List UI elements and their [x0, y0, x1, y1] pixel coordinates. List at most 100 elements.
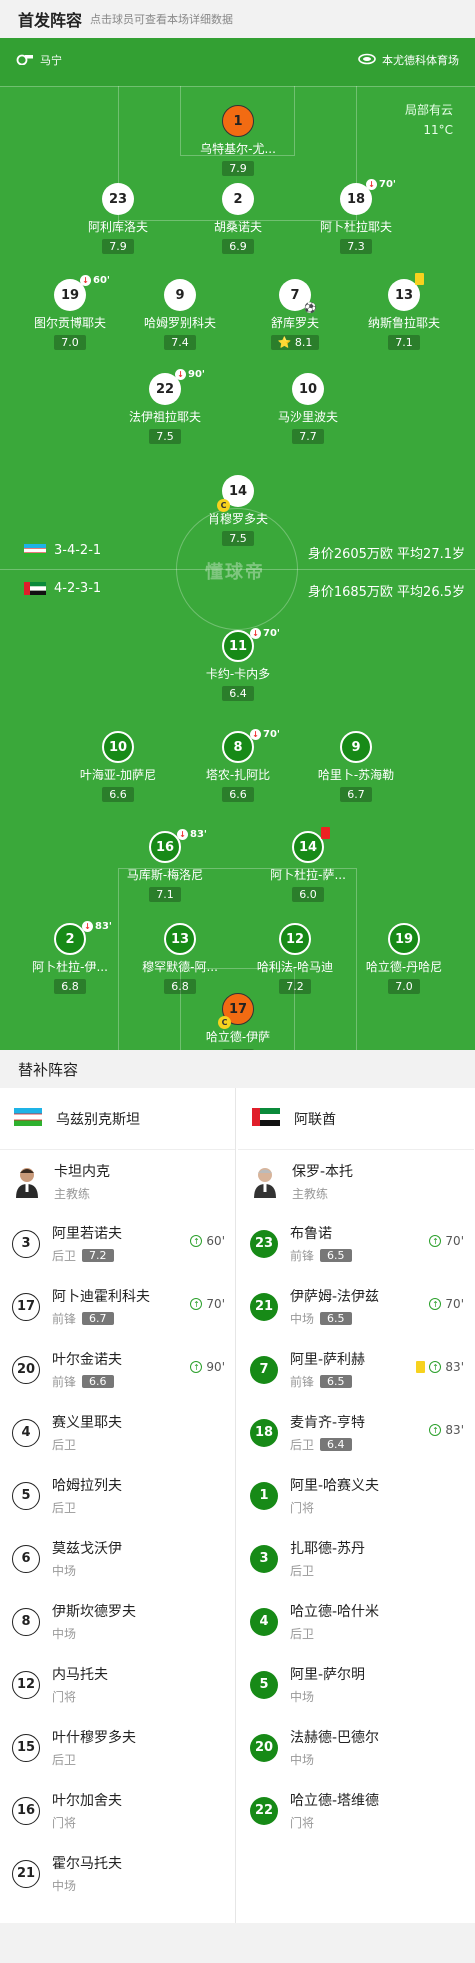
sub-player-row[interactable]: 4 哈立德-哈什米 后卫 — [238, 1590, 474, 1653]
sub-player-row[interactable]: 17 阿卜迪霍利科夫 前锋 6.7 ↑ 70' — [0, 1275, 235, 1338]
player-marker[interactable]: 16 ↓ 83' 马库斯-梅洛尼 7.1 — [100, 829, 230, 902]
player-marker[interactable]: 22 ↓ 90' 法伊祖拉耶夫 7.5 — [100, 369, 230, 444]
jersey-number: 16 ↓ 83' — [149, 829, 207, 863]
player-name: 乌特基尔-尤... — [200, 142, 276, 156]
sub-player-row[interactable]: 21 霍尔马托夫 中场 — [0, 1842, 235, 1905]
sub-out-icon: ↓ — [82, 921, 93, 932]
player-name: 阿利库洛夫 — [87, 220, 148, 234]
player-marker[interactable]: 9 哈里卜-苏海勒 6.7 — [291, 731, 421, 802]
player-name: 叶海亚-加萨尼 — [79, 768, 157, 782]
player-position: 前锋 — [52, 1375, 77, 1389]
sub-player-row[interactable]: 23 布鲁诺 前锋 6.5 ↑ 70' — [238, 1212, 474, 1275]
player-marker[interactable]: 9 哈姆罗别科夫 7.4 — [115, 279, 245, 350]
player-position: 后卫 — [290, 1627, 315, 1641]
coach-role: 主教练 — [54, 1186, 91, 1201]
jersey-number: 2 ↓ 83' — [54, 921, 112, 955]
jersey-number: 21 — [12, 1859, 40, 1888]
jersey-number: 23 — [250, 1229, 278, 1258]
player-marker[interactable]: 17C哈立德-伊萨6.9 — [173, 993, 303, 1050]
sub-player-row[interactable]: 21 伊萨姆-法伊兹 中场 6.5 ↑ 70' — [238, 1275, 474, 1338]
jersey-number-text: 9 — [351, 739, 361, 755]
sub-player-row[interactable]: 3 扎耶德-苏丹 后卫 — [238, 1527, 474, 1590]
sub-player-row[interactable]: 7 阿里-萨利赫 前锋 6.5 ↑ 83' — [238, 1338, 474, 1401]
jersey-number: 21 — [250, 1292, 278, 1321]
jersey-number: 5 — [12, 1481, 40, 1510]
sub-player-info: 霍尔马托夫 中场 — [52, 1853, 122, 1894]
away-team-name: 阿联酋 — [294, 1111, 336, 1128]
sub-minute: 83' — [445, 1423, 464, 1437]
jersey-number: 8 ↓ 70' — [222, 729, 280, 763]
sub-player-row[interactable]: 1 阿里-哈赛义夫 门将 — [238, 1464, 474, 1527]
sub-out-icon: ↓ — [250, 628, 261, 639]
player-name: 赛义里耶夫 — [52, 1415, 122, 1431]
player-marker[interactable]: 18 ↓ 70' 阿卜杜拉耶夫 7.3 — [291, 179, 421, 254]
rating-value: 7.9 — [109, 240, 127, 253]
sub-player-info: 叶尔加舍夫 门将 — [52, 1790, 122, 1831]
player-rating: 7.0 — [388, 979, 420, 994]
jersey-number: 17 C — [218, 993, 254, 1029]
jersey-number-text: 9 — [175, 287, 185, 303]
sub-player-row[interactable]: 12 内马托夫 门将 — [0, 1653, 235, 1716]
player-marker[interactable]: 2 胡桑诺夫 6.9 — [173, 183, 303, 254]
sub-player-row[interactable]: 4 赛义里耶夫 后卫 — [0, 1401, 235, 1464]
home-formation: 3-4-2-1 — [24, 543, 101, 558]
player-name: 叶尔加舍夫 — [52, 1793, 122, 1809]
away-team-row[interactable]: 阿联酋 — [238, 1088, 474, 1150]
player-marker[interactable]: 23 阿利库洛夫 7.9 — [53, 183, 183, 254]
player-name: 哈姆拉列夫 — [52, 1478, 122, 1494]
player-marker[interactable]: 10 叶海亚-加萨尼 6.6 — [53, 731, 183, 802]
player-position: 后卫 — [290, 1564, 315, 1578]
pitch: 马宁 本尤德科体育场 局部有云 11°C 懂球帝 3-4-2-1 身价2605万… — [0, 38, 475, 1050]
player-position-row: 前锋 6.5 — [290, 1373, 365, 1390]
player-marker[interactable]: 13 穆罕默德-阿... 6.8 — [115, 923, 245, 994]
player-name: 穆罕默德-阿... — [142, 960, 218, 974]
jersey-number-text: 13 — [170, 931, 190, 947]
sub-player-row[interactable]: 3 阿里若诺夫 后卫 7.2 ↑ 60' — [0, 1212, 235, 1275]
home-team-row[interactable]: 乌兹别克斯坦 — [0, 1088, 235, 1150]
header-title: 首发阵容 — [18, 11, 83, 30]
sub-player-row[interactable]: 20 法赫德-巴德尔 中场 — [238, 1716, 474, 1779]
rating-value: 6.4 — [229, 687, 247, 700]
player-marker[interactable]: 14 C 肖穆罗多夫 7.5 — [173, 475, 303, 546]
sub-player-row[interactable]: 15 叶什穆罗多夫 后卫 — [0, 1716, 235, 1779]
player-marker[interactable]: 13 纳斯鲁拉耶夫 7.1 — [339, 273, 469, 350]
player-marker[interactable]: 14 阿卜杜拉-萨... 6.0 — [243, 827, 373, 902]
player-name: 阿卜杜拉耶夫 — [319, 220, 392, 234]
sub-player-row[interactable]: 18 麦肯齐-亨特 后卫 6.4 ↑ 83' — [238, 1401, 474, 1464]
player-position: 后卫 — [52, 1249, 77, 1263]
player-marker[interactable]: 1 乌特基尔-尤... 7.9 — [173, 105, 303, 176]
rating-value: 6.6 — [229, 788, 247, 801]
sub-minute: 60' — [206, 1234, 225, 1248]
player-marker[interactable]: 8 ↓ 70' 塔农-扎阿比 6.6 — [173, 729, 303, 802]
player-position-row: 门将 — [290, 1814, 379, 1831]
sub-player-info: 伊斯坎德罗夫 中场 — [52, 1601, 136, 1642]
player-position: 后卫 — [52, 1753, 77, 1767]
jersey-number: 13 — [164, 923, 196, 955]
weather: 局部有云 11°C — [405, 100, 453, 140]
sub-player-info: 哈立德-哈什米 后卫 — [290, 1601, 379, 1642]
sub-player-row[interactable]: 16 叶尔加舍夫 门将 — [0, 1779, 235, 1842]
sub-minute: 70' — [445, 1234, 464, 1248]
player-position: 后卫 — [290, 1438, 315, 1452]
sub-player-row[interactable]: 22 哈立德-塔维德 门将 — [238, 1779, 474, 1842]
sub-player-row[interactable]: 8 伊斯坎德罗夫 中场 — [0, 1590, 235, 1653]
player-marker[interactable]: 10 马沙里波夫 7.7 — [243, 373, 373, 444]
sub-player-row[interactable]: 20 叶尔金诺夫 前锋 6.6 ↑ 90' — [0, 1338, 235, 1401]
player-name: 阿里-萨尔明 — [290, 1667, 366, 1683]
jersey-number: 5 — [250, 1670, 278, 1699]
sub-player-row[interactable]: 6 莫兹戈沃伊 中场 — [0, 1527, 235, 1590]
player-name: 哈里卜-苏海勒 — [317, 768, 395, 782]
player-name: 叶尔金诺夫 — [52, 1352, 122, 1368]
sub-player-row[interactable]: 5 阿里-萨尔明 中场 — [238, 1653, 474, 1716]
player-marker[interactable]: 11 ↓ 70' 卡约-卡内多 6.4 — [173, 628, 303, 701]
jersey-number: 19 — [388, 923, 420, 955]
player-position-row: 中场 — [52, 1877, 122, 1894]
jersey-number: 7 — [250, 1355, 278, 1384]
player-marker[interactable]: 19 哈立德-丹哈尼 7.0 — [339, 923, 469, 994]
away-formation: 4-2-3-1 — [24, 581, 101, 596]
jersey-number: 14 C — [217, 475, 254, 512]
sub-player-row[interactable]: 5 哈姆拉列夫 后卫 — [0, 1464, 235, 1527]
away-coach[interactable]: 保罗-本托 主教练 — [238, 1150, 474, 1212]
home-coach[interactable]: 卡坦内克 主教练 — [0, 1150, 235, 1212]
yellow-card-icon — [416, 1361, 426, 1373]
